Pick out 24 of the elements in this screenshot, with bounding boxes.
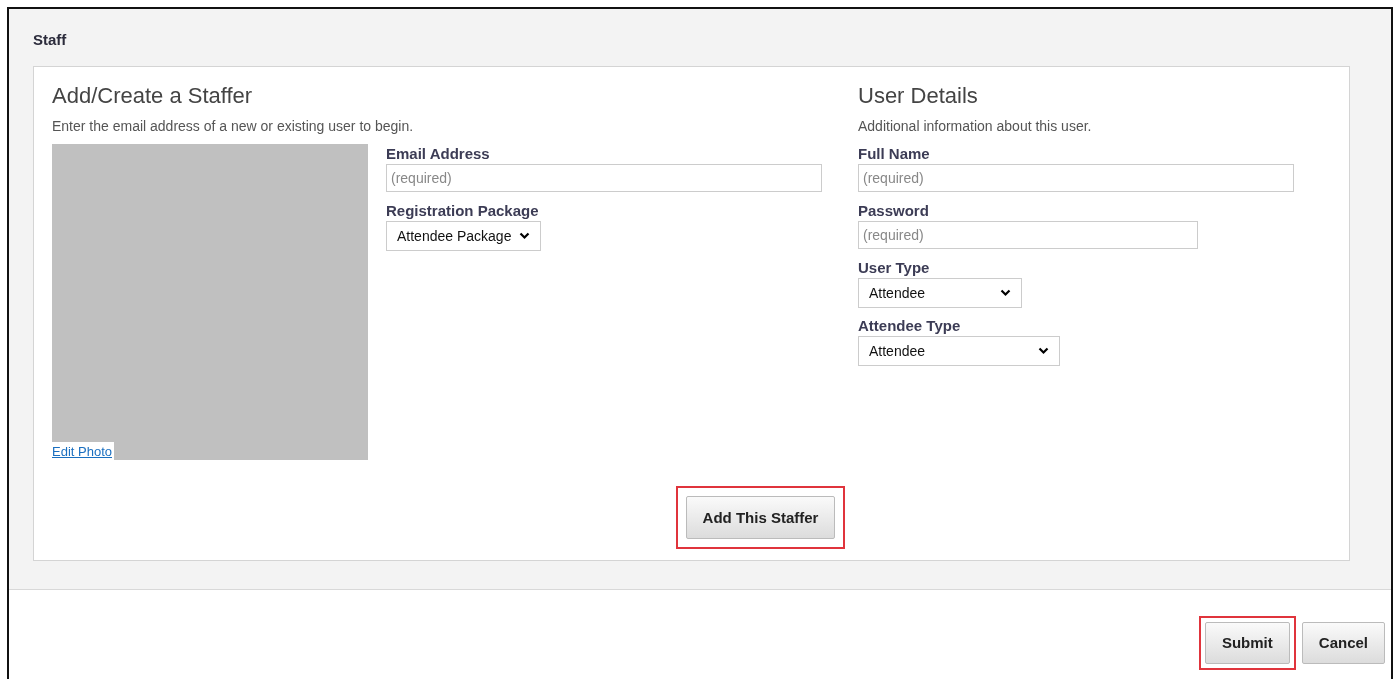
section-heading: User Details (858, 83, 979, 109)
field-label: Full Name (858, 144, 930, 164)
section-heading: Add/Create a Staffer (52, 83, 254, 109)
field-label: Password (858, 201, 929, 221)
chevron-down-icon (519, 232, 531, 240)
dropdown-field[interactable]: Attendee Package (386, 221, 542, 251)
chevron-down-icon (1038, 347, 1049, 355)
footer-button[interactable]: Submit (1204, 622, 1290, 664)
add-staffer-button[interactable]: Add This Staffer (685, 496, 836, 539)
field-label: Email Address (386, 144, 490, 164)
text-field[interactable]: (required) (858, 164, 1294, 192)
section-subtitle: Additional information about this user. (858, 118, 1093, 134)
chevron-down-icon (1000, 289, 1011, 297)
field-label: Attendee Type (858, 316, 961, 336)
edit-photo-link[interactable]: Edit Photo (52, 442, 114, 460)
text-field[interactable]: (required) (386, 164, 822, 192)
dropdown-field[interactable]: Attendee (858, 278, 1022, 308)
footer-button[interactable]: Cancel (1301, 622, 1385, 664)
field-label: User Type (858, 258, 930, 278)
text-field[interactable]: (required) (858, 221, 1198, 249)
panel-title: Staff (33, 31, 68, 48)
field-label: Registration Package (386, 201, 539, 221)
section-subtitle: Enter the email address of a new or existing user to begin. (52, 118, 415, 134)
dropdown-field[interactable]: Attendee (858, 336, 1060, 366)
